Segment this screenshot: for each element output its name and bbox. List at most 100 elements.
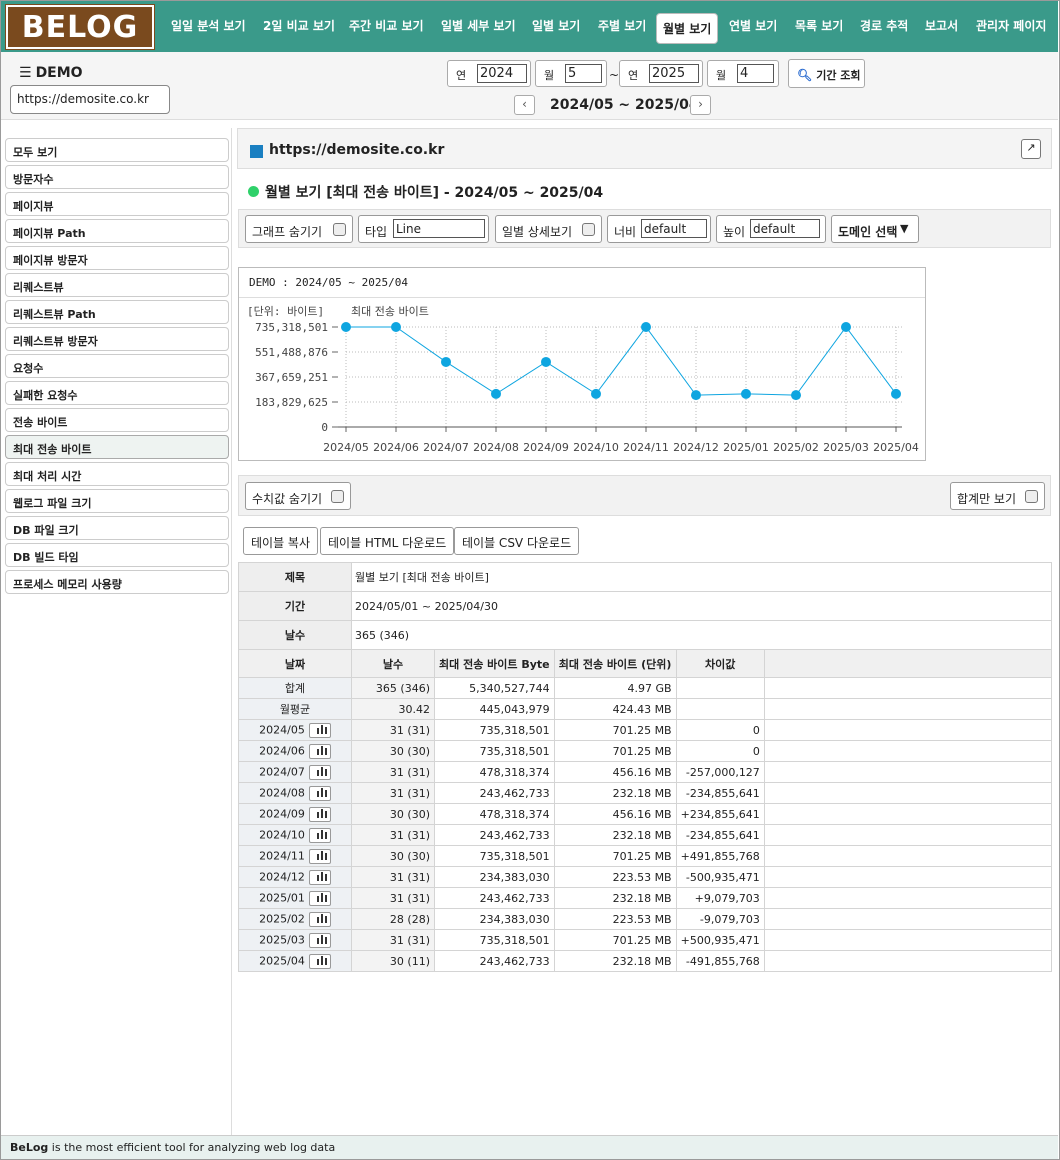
bytes-cell: 234,383,030 — [434, 866, 555, 888]
bar-chart-icon[interactable] — [308, 932, 331, 948]
daily-detail-toggle[interactable]: 일별 상세보기 — [495, 215, 602, 243]
bar-chart-icon[interactable] — [308, 911, 331, 927]
data-point[interactable] — [491, 388, 501, 399]
table-row: 2024/05 31 (31) 735,318,501 701.25 MB 0 — [238, 719, 1053, 741]
diff-cell — [675, 698, 765, 720]
date-cell: 2024/05 — [238, 719, 352, 741]
search-icon: 🔍︎ — [797, 68, 813, 82]
sidebar-item-14[interactable]: DB 파일 크기 — [5, 516, 229, 540]
nav-item-10[interactable]: 보고서 — [925, 15, 958, 37]
sidebar-item-1[interactable]: 방문자수 — [5, 165, 229, 189]
width-input[interactable]: default — [641, 219, 707, 238]
to-month-input[interactable]: 4 — [737, 64, 774, 83]
hide-values-checkbox[interactable] — [331, 490, 344, 503]
prev-period-button[interactable]: ‹ — [514, 95, 535, 115]
download-html-button[interactable]: 테이블 HTML 다운로드 — [320, 527, 455, 555]
sidebar-item-6[interactable]: 리퀘스트뷰 Path — [5, 300, 229, 324]
nav-item-0[interactable]: 일일 분석 보기 — [171, 15, 246, 37]
diff-cell: -257,000,127 — [675, 761, 765, 783]
chart-series-label: 최대 전송 바이트 — [351, 305, 429, 318]
data-point[interactable] — [341, 322, 351, 332]
data-point[interactable] — [591, 388, 601, 399]
nav-item-6[interactable]: 월별 보기 — [656, 13, 719, 44]
sidebar-item-2[interactable]: 페이지뷰 — [5, 192, 229, 216]
type-field: 타입 Line — [358, 215, 489, 243]
date-text: 2024/08 — [259, 786, 305, 799]
nav-item-9[interactable]: 경로 추적 — [860, 15, 908, 37]
column-header[interactable]: 날짜 — [238, 649, 352, 678]
from-year-input[interactable]: 2024 — [477, 64, 527, 83]
total-only-toggle[interactable]: 합계만 보기 — [950, 482, 1045, 510]
nav-item-1[interactable]: 2일 비교 보기 — [263, 15, 335, 37]
nav-item-2[interactable]: 주간 비교 보기 — [349, 15, 424, 37]
bar-chart-icon[interactable] — [308, 890, 331, 906]
sidebar-item-3[interactable]: 페이지뷰 Path — [5, 219, 229, 243]
nav-item-5[interactable]: 주별 보기 — [598, 15, 646, 37]
unit-cell: 232.18 MB — [553, 887, 677, 909]
site-url-box[interactable]: https://demosite.co.kr — [10, 85, 170, 114]
copy-table-button[interactable]: 테이블 복사 — [243, 527, 319, 555]
bar-chart-icon[interactable] — [308, 827, 331, 843]
info-header: 제목 — [238, 562, 352, 592]
sidebar-item-12[interactable]: 최대 처리 시간 — [5, 462, 229, 486]
type-input[interactable]: Line — [393, 219, 485, 238]
column-header[interactable]: 날수 — [351, 649, 435, 678]
sidebar-item-4[interactable]: 페이지뷰 방문자 — [5, 246, 229, 270]
sidebar-item-7[interactable]: 리퀘스트뷰 방문자 — [5, 327, 229, 351]
hide-graph-toggle[interactable]: 그래프 숨기기 — [245, 215, 353, 243]
download-csv-button[interactable]: 테이블 CSV 다운로드 — [454, 527, 580, 555]
date-cell: 월평균 — [238, 698, 352, 720]
sidebar-item-15[interactable]: DB 빌드 타임 — [5, 543, 229, 567]
sidebar-item-16[interactable]: 프로세스 메모리 사용량 — [5, 570, 229, 594]
data-point[interactable] — [741, 388, 751, 399]
total-only-checkbox[interactable] — [1025, 490, 1038, 503]
nav-item-3[interactable]: 일별 세부 보기 — [441, 15, 516, 37]
data-point[interactable] — [641, 322, 651, 332]
sidebar-item-13[interactable]: 웹로그 파일 크기 — [5, 489, 229, 513]
nav-item-4[interactable]: 일별 보기 — [532, 15, 580, 37]
bar-chart-icon[interactable] — [308, 953, 331, 969]
bar-chart-icon[interactable] — [308, 722, 331, 738]
bar-chart-icon[interactable] — [308, 848, 331, 864]
menu-icon[interactable]: ☰ — [19, 65, 32, 81]
sidebar-item-10[interactable]: 전송 바이트 — [5, 408, 229, 432]
table-row: 2024/10 31 (31) 243,462,733 232.18 MB -234,8… — [238, 824, 1053, 846]
data-point[interactable] — [891, 388, 901, 399]
bar-chart-icon[interactable] — [308, 764, 331, 780]
sidebar-item-11[interactable]: 최대 전송 바이트 — [5, 435, 229, 459]
external-link-button[interactable]: ↗ — [1021, 139, 1041, 159]
nav-item-8[interactable]: 목록 보기 — [795, 15, 843, 37]
to-year-input[interactable]: 2025 — [649, 64, 699, 83]
daily-detail-checkbox[interactable] — [582, 223, 595, 236]
sidebar-item-8[interactable]: 요청수 — [5, 354, 229, 378]
height-input[interactable]: default — [750, 219, 820, 238]
bar-chart-icon[interactable] — [308, 869, 331, 885]
bar-chart-icon[interactable] — [308, 785, 331, 801]
domain-select-dropdown[interactable]: 도메인 선택 ▼ — [831, 215, 919, 243]
column-header[interactable]: 최대 전송 바이트 Byte — [434, 649, 555, 678]
nav-item-11[interactable]: 관리자 페이지 — [976, 15, 1046, 37]
data-point[interactable] — [791, 390, 801, 401]
column-header[interactable]: 최대 전송 바이트 (단위) — [553, 649, 677, 678]
data-point[interactable] — [391, 322, 401, 332]
sidebar-item-9[interactable]: 실패한 요청수 — [5, 381, 229, 405]
hide-values-toggle[interactable]: 수치값 숨기기 — [245, 482, 351, 510]
period-search-button[interactable]: 🔍︎ 기간 조회 — [788, 59, 865, 88]
nav-item-7[interactable]: 연별 보기 — [729, 15, 777, 37]
data-point[interactable] — [691, 390, 701, 401]
bar-chart-icon[interactable] — [308, 743, 331, 759]
bar-chart-icon[interactable] — [308, 806, 331, 822]
data-point[interactable] — [541, 356, 551, 367]
column-header[interactable]: 차이값 — [675, 649, 765, 678]
data-point[interactable] — [841, 322, 851, 332]
belog-logo[interactable]: BELOG — [5, 4, 155, 50]
next-period-button[interactable]: › — [690, 95, 711, 115]
from-month-input[interactable]: 5 — [565, 64, 602, 83]
x-tick-label: 2024/09 — [523, 441, 569, 454]
sidebar-item-5[interactable]: 리퀘스트뷰 — [5, 273, 229, 297]
sidebar: 모두 보기방문자수페이지뷰페이지뷰 Path 페이지뷰 방문자리퀘스트뷰리퀘스트뷰… — [1, 128, 232, 1135]
sidebar-item-0[interactable]: 모두 보기 — [5, 138, 229, 162]
data-point[interactable] — [441, 356, 451, 367]
unit-cell: 232.18 MB — [553, 824, 677, 846]
hide-graph-checkbox[interactable] — [333, 223, 346, 236]
